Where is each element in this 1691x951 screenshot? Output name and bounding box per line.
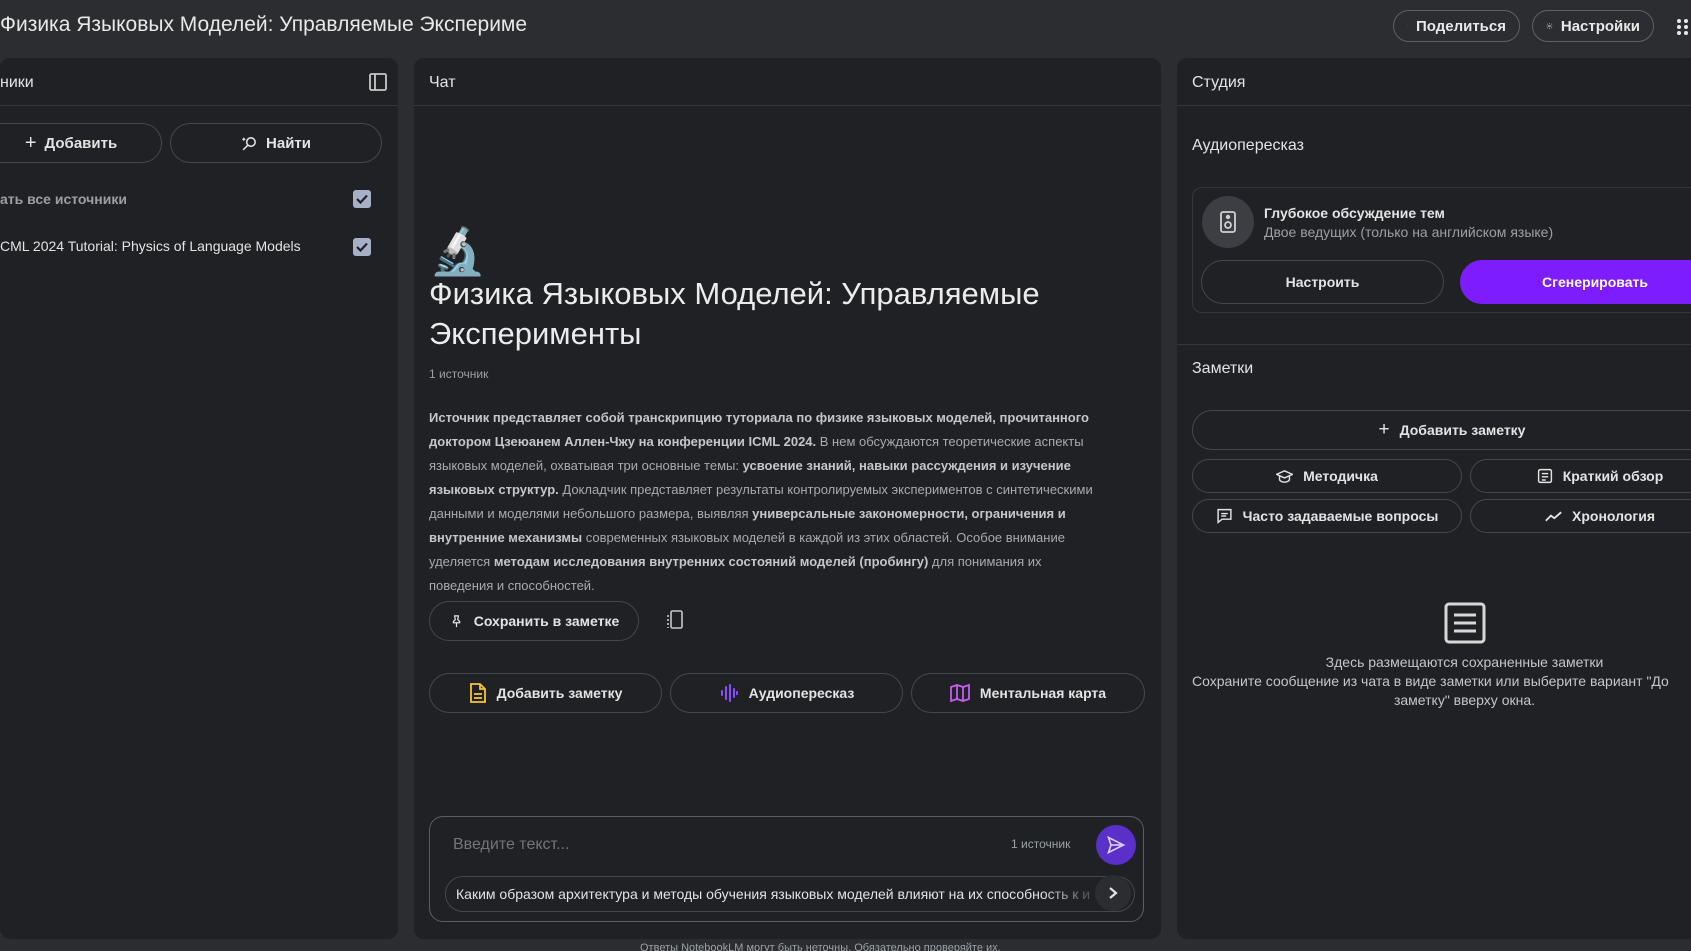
top-bar: Физика Языковых Моделей: Управляемые Экс… bbox=[0, 0, 1691, 54]
disclaimer-text: Ответы NotebookLM могут быть неточны. Об… bbox=[640, 942, 1001, 951]
customize-label: Настроить bbox=[1285, 274, 1360, 290]
chat-title: Чат bbox=[429, 74, 456, 91]
sources-panel: ники + Добавить Найти ать все источники … bbox=[0, 58, 398, 939]
source-item-label[interactable]: CML 2024 Tutorial: Physics of Language M… bbox=[0, 238, 301, 254]
search-sparkle-icon bbox=[241, 136, 256, 150]
generate-button[interactable]: Сгенерировать bbox=[1460, 260, 1691, 304]
source-item-checkbox[interactable] bbox=[353, 238, 371, 256]
share-label: Поделиться bbox=[1415, 17, 1506, 35]
plus-icon: + bbox=[24, 131, 37, 154]
add-source-button[interactable]: + Добавить bbox=[0, 123, 162, 163]
summary-highlight: методам исследования внутренних состояни… bbox=[493, 554, 929, 569]
notes-empty-icon bbox=[1443, 601, 1487, 645]
studio-header: Студия bbox=[1177, 58, 1691, 106]
add-note-label: Добавить заметку bbox=[1399, 422, 1526, 438]
check-icon bbox=[356, 194, 368, 205]
add-note-button[interactable]: + Добавить заметку bbox=[1192, 410, 1691, 450]
trend-line-icon bbox=[1545, 511, 1562, 521]
map-icon bbox=[950, 683, 970, 703]
mind-map-action-button[interactable]: Ментальная карта bbox=[911, 673, 1145, 713]
notes-empty-line2: заметку" вверху окна. bbox=[1393, 692, 1536, 708]
audio-overview-action-button[interactable]: Аудиопересказ bbox=[670, 673, 903, 713]
briefing-doc-button[interactable]: Краткий обзор bbox=[1470, 459, 1691, 493]
chat-bubble-icon bbox=[1217, 508, 1232, 524]
chat-header: Чат bbox=[414, 58, 1161, 106]
study-guide-label: Методичка bbox=[1303, 468, 1378, 484]
customize-button[interactable]: Настроить bbox=[1201, 260, 1444, 304]
suggested-question-chip[interactable]: Каким образом архитектура и методы обуче… bbox=[445, 876, 1135, 912]
faq-label: Часто задаваемые вопросы bbox=[1242, 508, 1439, 524]
chevron-right-icon bbox=[1109, 887, 1118, 899]
note-icon bbox=[469, 683, 486, 703]
studio-panel: Студия Аудиопересказ Глубокое обсуждение… bbox=[1177, 58, 1691, 939]
send-button[interactable] bbox=[1096, 825, 1136, 865]
generate-label: Сгенерировать bbox=[1542, 274, 1648, 290]
footer: Ответы NotebookLM могут быть неточны. Об… bbox=[0, 940, 1691, 951]
mind-map-action-label: Ментальная карта bbox=[979, 685, 1107, 701]
pin-icon bbox=[452, 614, 460, 627]
sources-header: ники bbox=[0, 58, 398, 106]
find-source-button[interactable]: Найти bbox=[170, 123, 382, 163]
share-button[interactable]: Поделиться bbox=[1393, 10, 1520, 42]
add-source-label: Добавить bbox=[44, 134, 118, 152]
audio-overview-action-label: Аудиопересказ bbox=[748, 685, 855, 701]
chat-input[interactable] bbox=[451, 829, 975, 861]
save-to-note-label: Сохранить в заметке bbox=[473, 613, 620, 629]
add-note-action-button[interactable]: Добавить заметку bbox=[429, 673, 662, 713]
audio-overview-section-title: Аудиопересказ bbox=[1192, 137, 1304, 154]
suggested-question-text: Каким образом архитектура и методы обуче… bbox=[456, 886, 1091, 902]
gear-icon bbox=[1546, 23, 1553, 29]
notes-empty-line1: Сохраните сообщение из чата в виде замет… bbox=[1192, 673, 1669, 689]
add-note-action-label: Добавить заметку bbox=[496, 685, 623, 701]
briefing-doc-label: Краткий обзор bbox=[1562, 468, 1664, 484]
copy-icon[interactable] bbox=[666, 609, 686, 631]
study-guide-button[interactable]: Методичка bbox=[1192, 459, 1462, 493]
find-source-label: Найти bbox=[266, 134, 311, 152]
audio-overview-card: Глубокое обсуждение тем Двое ведущих (то… bbox=[1192, 187, 1691, 313]
source-count: 1 источник bbox=[429, 367, 489, 381]
audio-card-subtitle: Двое ведущих (только на английском языке… bbox=[1264, 224, 1554, 240]
input-source-count: 1 источник bbox=[1011, 837, 1071, 851]
notebook-title[interactable]: Физика Языковых Моделей: Управляемые Экс… bbox=[0, 13, 528, 37]
sources-title: ники bbox=[0, 74, 34, 91]
section-divider bbox=[1177, 344, 1691, 345]
select-all-checkbox[interactable] bbox=[353, 190, 371, 208]
timeline-label: Хронология bbox=[1572, 508, 1655, 524]
graduation-cap-icon bbox=[1276, 469, 1294, 483]
check-icon bbox=[356, 242, 368, 253]
settings-label: Настройки bbox=[1560, 17, 1640, 35]
apps-grid-icon[interactable] bbox=[1676, 17, 1691, 37]
audio-card-title: Глубокое обсуждение тем bbox=[1264, 205, 1445, 221]
studio-title: Студия bbox=[1192, 74, 1246, 91]
faq-button[interactable]: Часто задаваемые вопросы bbox=[1192, 499, 1462, 533]
send-icon bbox=[1107, 835, 1126, 855]
next-suggestion-button[interactable] bbox=[1095, 875, 1131, 911]
collapse-panel-icon[interactable] bbox=[368, 72, 388, 92]
notes-empty-title: Здесь размещаются сохраненные заметки bbox=[1325, 654, 1604, 670]
microscope-emoji-icon: 🔬 bbox=[429, 225, 487, 277]
document-list-icon bbox=[1537, 468, 1552, 484]
notes-section-title: Заметки bbox=[1192, 360, 1254, 377]
share-icon bbox=[1407, 25, 1408, 27]
plus-icon: + bbox=[1378, 419, 1390, 440]
notebook-heading: Физика Языковых Моделей: Управляемые Экс… bbox=[429, 276, 1040, 351]
settings-button[interactable]: Настройки bbox=[1532, 10, 1654, 42]
select-all-label: ать все источники bbox=[0, 191, 127, 207]
speaker-icon bbox=[1202, 196, 1254, 248]
waveform-icon bbox=[720, 684, 738, 702]
chat-input-box: 1 источник Каким образом архитектура и м… bbox=[429, 816, 1144, 922]
save-to-note-button[interactable]: Сохранить в заметке bbox=[429, 601, 639, 641]
chat-panel: Чат 🔬 Физика Языковых Моделей: Управляем… bbox=[414, 58, 1161, 939]
timeline-button[interactable]: Хронология bbox=[1470, 499, 1691, 533]
notebook-summary: Источник представляет собой транскрипцию… bbox=[429, 406, 1109, 598]
